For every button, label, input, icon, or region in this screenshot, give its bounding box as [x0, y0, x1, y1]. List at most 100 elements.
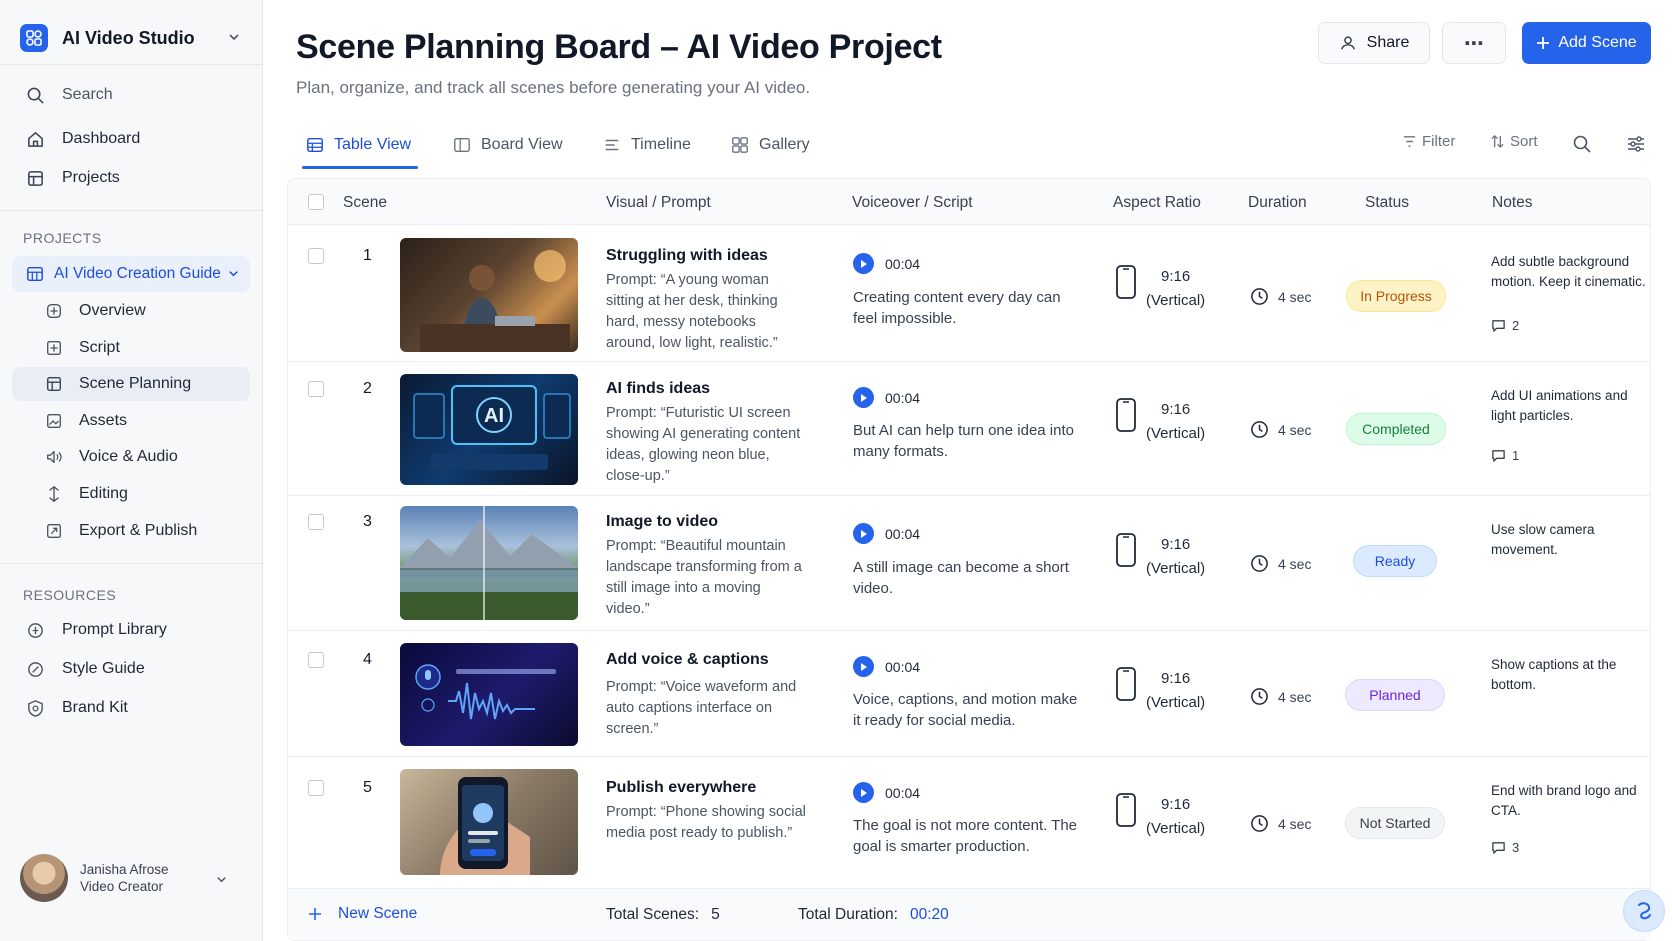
play-icon[interactable]	[853, 656, 874, 677]
user-profile-menu[interactable]: Janisha Afrose Video Creator	[12, 845, 250, 911]
tab-gallery[interactable]: Gallery	[731, 131, 810, 159]
status-badge[interactable]: Ready	[1353, 545, 1437, 577]
voice-audio-icon	[44, 447, 64, 467]
table-row[interactable]: 3 Image to video Prompt: “Beautiful moun…	[288, 496, 1650, 631]
aspect-ratio-value: 9:16	[1160, 268, 1191, 285]
table-search-button[interactable]	[1572, 134, 1592, 154]
column-header-voiceover[interactable]: Voiceover / Script	[852, 194, 973, 212]
project-ai-video-creation-guide[interactable]: AI Video Creation Guide	[12, 256, 250, 292]
play-icon[interactable]	[853, 253, 874, 274]
sidebar-item-brand-kit[interactable]: Brand Kit	[12, 690, 250, 726]
scene-title: Struggling with ideas	[606, 247, 768, 264]
tab-table-view[interactable]: Table View	[306, 131, 411, 159]
view-settings-button[interactable]	[1626, 134, 1646, 154]
duration: 4 sec	[1250, 554, 1311, 573]
scene-note: Show captions at the bottom.	[1491, 657, 1617, 692]
total-duration: Total Duration: 00:20	[798, 906, 949, 924]
sidebar-item-scene-planning[interactable]: Scene Planning	[12, 367, 250, 401]
plus-icon	[308, 907, 322, 921]
sort-button[interactable]: Sort	[1490, 133, 1538, 150]
scene-thumbnail[interactable]	[400, 238, 578, 352]
scene-thumbnail[interactable]	[400, 643, 578, 746]
table-row[interactable]: 5 Publish everywhere Prompt: “Phone show…	[288, 757, 1650, 888]
tab-label: Gallery	[759, 136, 810, 153]
sidebar-item-editing[interactable]: Editing	[12, 477, 250, 511]
table-row[interactable]: 4 Add voice & captions Prompt: “Voice wa…	[288, 631, 1650, 757]
column-header-duration[interactable]: Duration	[1248, 194, 1307, 212]
comments-count[interactable]: 1	[1491, 448, 1519, 463]
add-scene-button[interactable]: Add Scene	[1522, 22, 1651, 64]
app-name: AI Video Studio	[62, 27, 195, 48]
play-icon[interactable]	[853, 782, 874, 803]
sidebar-item-voice-audio[interactable]: Voice & Audio	[12, 440, 250, 474]
filter-button[interactable]: Filter	[1402, 133, 1455, 150]
phone-icon	[1116, 667, 1136, 701]
scene-number: 4	[363, 651, 372, 668]
comment-icon	[1491, 448, 1506, 463]
scene-thumbnail[interactable]: AI	[400, 374, 578, 485]
table-row[interactable]: 2 AI AI finds ideas Prompt: “Futuristic …	[288, 362, 1650, 496]
new-scene-button[interactable]: New Scene	[308, 905, 417, 923]
column-header-notes[interactable]: Notes	[1492, 194, 1533, 212]
tab-board-view[interactable]: Board View	[453, 131, 563, 159]
comments-count[interactable]: 3	[1491, 840, 1519, 855]
column-header-status[interactable]: Status	[1365, 194, 1409, 212]
row-checkbox[interactable]	[308, 780, 324, 796]
voiceover-player[interactable]: 00:04	[853, 387, 920, 408]
sidebar-item-projects[interactable]: Projects	[12, 160, 250, 196]
voiceover-player[interactable]: 00:04	[853, 782, 920, 803]
workspace-switcher[interactable]: AI Video Studio	[20, 22, 245, 54]
status-badge[interactable]: In Progress	[1346, 280, 1446, 312]
column-header-scene[interactable]: Scene	[343, 194, 387, 212]
scene-thumbnail[interactable]	[400, 506, 578, 620]
prompt-library-icon	[24, 619, 46, 641]
sidebar-item-style-guide[interactable]: Style Guide	[12, 651, 250, 687]
scene-number: 5	[363, 779, 372, 796]
scene-prompt: Prompt: “Phone showing social media post…	[606, 804, 806, 841]
select-all-checkbox[interactable]	[308, 194, 324, 210]
status-badge[interactable]: Not Started	[1345, 807, 1445, 839]
row-checkbox[interactable]	[308, 248, 324, 264]
aspect-ratio-orientation: (Vertical)	[1146, 694, 1206, 711]
row-checkbox[interactable]	[308, 514, 324, 530]
table-row[interactable]: 1 Struggling with ideas Prompt: “A young…	[288, 225, 1650, 362]
scene-note: Add UI animations and light particles.	[1491, 388, 1628, 423]
scene-thumbnail[interactable]	[400, 769, 578, 875]
export-icon	[44, 521, 64, 541]
column-header-aspect-ratio[interactable]: Aspect Ratio	[1113, 194, 1201, 212]
play-icon[interactable]	[853, 523, 874, 544]
scene-prompt: Prompt: “Futuristic UI screen showing AI…	[606, 405, 801, 484]
comments-count[interactable]: 2	[1491, 318, 1519, 333]
voiceover-player[interactable]: 00:04	[853, 656, 920, 677]
sidebar-item-dashboard[interactable]: Dashboard	[12, 121, 250, 157]
play-icon[interactable]	[853, 387, 874, 408]
projects-heading: PROJECTS	[23, 230, 102, 246]
row-checkbox[interactable]	[308, 652, 324, 668]
row-checkbox[interactable]	[308, 381, 324, 397]
status-badge[interactable]: Completed	[1346, 413, 1446, 445]
sidebar-item-label: Script	[79, 339, 120, 356]
sidebar: AI Video Studio Search Dashboard Project…	[0, 0, 263, 941]
phone-icon	[1116, 533, 1136, 567]
clock-icon	[1250, 554, 1269, 573]
more-icon: ⋯	[1464, 32, 1484, 55]
timeline-icon	[603, 136, 621, 154]
voiceover-player[interactable]: 00:04	[853, 523, 920, 544]
sidebar-item-assets[interactable]: Assets	[12, 404, 250, 438]
aspect-ratio-value: 9:16	[1160, 796, 1191, 813]
share-button[interactable]: Share	[1318, 22, 1430, 64]
sidebar-item-export-publish[interactable]: Export & Publish	[12, 514, 250, 548]
tab-timeline[interactable]: Timeline	[603, 131, 691, 159]
voiceover-player[interactable]: 00:04	[853, 253, 920, 274]
column-header-visual-prompt[interactable]: Visual / Prompt	[606, 194, 711, 212]
sidebar-search[interactable]: Search	[12, 77, 250, 113]
sidebar-item-script[interactable]: Script	[12, 331, 250, 365]
user-role: Video Creator	[80, 879, 164, 894]
more-options-button[interactable]: ⋯	[1442, 22, 1506, 64]
assistant-button[interactable]	[1623, 890, 1665, 932]
voiceover-time: 00:04	[885, 784, 921, 801]
sidebar-item-overview[interactable]: Overview	[12, 294, 250, 328]
sidebar-item-prompt-library[interactable]: Prompt Library	[12, 612, 250, 648]
page-title: Scene Planning Board – AI Video Project	[296, 28, 942, 66]
status-badge[interactable]: Planned	[1345, 679, 1445, 711]
